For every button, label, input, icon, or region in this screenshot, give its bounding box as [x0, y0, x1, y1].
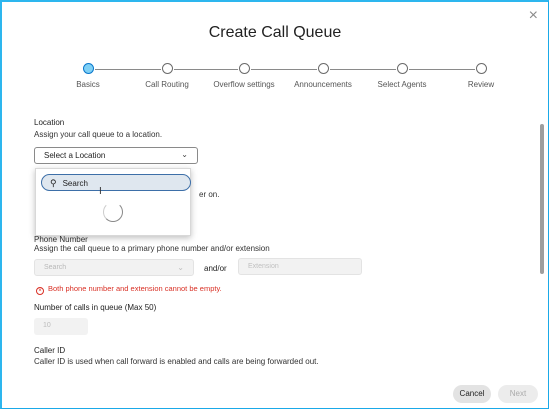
search-icon: ⚲: [50, 178, 57, 188]
loading-spinner-icon: [103, 202, 123, 222]
location-search-input[interactable]: ⚲ Search: [41, 174, 191, 191]
step-announcements[interactable]: Announcements: [278, 60, 368, 89]
close-icon[interactable]: ×: [529, 8, 538, 24]
calls-in-queue-input[interactable]: 10: [34, 318, 88, 335]
scrollbar-thumb[interactable]: [540, 124, 544, 274]
step-overflow-settings[interactable]: Overflow settings: [199, 60, 289, 89]
cancel-button[interactable]: Cancel: [453, 385, 491, 403]
error-icon: ×: [36, 287, 44, 295]
caller-id-heading: Caller ID: [34, 346, 66, 355]
step-basics[interactable]: Basics: [43, 60, 133, 89]
dialog-title: Create Call Queue: [208, 24, 342, 41]
caller-id-description: Caller ID is used when call forward is e…: [34, 357, 319, 366]
step-label: Basics: [76, 80, 100, 89]
chevron-down-icon: ⌄: [181, 150, 188, 159]
step-dot-icon: [396, 63, 408, 74]
partially-hidden-text: er on.: [199, 190, 220, 199]
step-dot-icon: [475, 63, 487, 74]
extension-input[interactable]: Extension: [238, 258, 362, 275]
wizard-stepper: Basics Call Routing Overflow settings An…: [44, 60, 512, 96]
create-call-queue-dialog: × Create Call Queue Basics Call Routing …: [0, 0, 549, 409]
phone-number-description: Assign the call queue to a primary phone…: [34, 244, 270, 253]
step-review[interactable]: Review: [436, 60, 526, 89]
location-section: Location Assign your call queue to a loc…: [34, 118, 534, 139]
text-cursor-icon: I: [99, 186, 102, 197]
search-placeholder: Search: [62, 179, 88, 188]
location-select[interactable]: Select a Location ⌄: [34, 147, 198, 164]
scrollbar[interactable]: [540, 114, 544, 374]
calls-in-queue-heading: Number of calls in queue (Max 50): [34, 303, 157, 312]
step-dot-icon: [238, 63, 250, 74]
phone-error-message: × Both phone number and extension cannot …: [36, 284, 222, 295]
location-heading: Location: [34, 118, 65, 127]
step-dot-active-icon: [82, 63, 94, 74]
calls-in-queue-value: 10: [43, 322, 51, 329]
step-label: Overflow settings: [213, 80, 275, 89]
step-dot-icon: [161, 63, 173, 74]
phone-number-placeholder: Search: [44, 264, 67, 271]
error-text: Both phone number and extension cannot b…: [48, 284, 222, 293]
location-description: Assign your call queue to a location.: [34, 130, 163, 139]
next-button[interactable]: Next: [498, 385, 538, 403]
phone-number-heading: Phone Number: [34, 235, 88, 244]
location-select-value: Select a Location: [44, 151, 106, 160]
and-or-label: and/or: [204, 264, 227, 273]
step-label: Review: [467, 80, 495, 89]
phone-number-select[interactable]: Search ⌄: [34, 259, 194, 276]
chevron-down-icon: ⌄: [177, 263, 184, 272]
extension-placeholder: Extension: [248, 263, 279, 270]
step-label: Select Agents: [377, 80, 427, 89]
step-dot-icon: [317, 63, 329, 74]
step-label: Announcements: [294, 80, 352, 89]
step-select-agents[interactable]: Select Agents: [357, 60, 447, 89]
